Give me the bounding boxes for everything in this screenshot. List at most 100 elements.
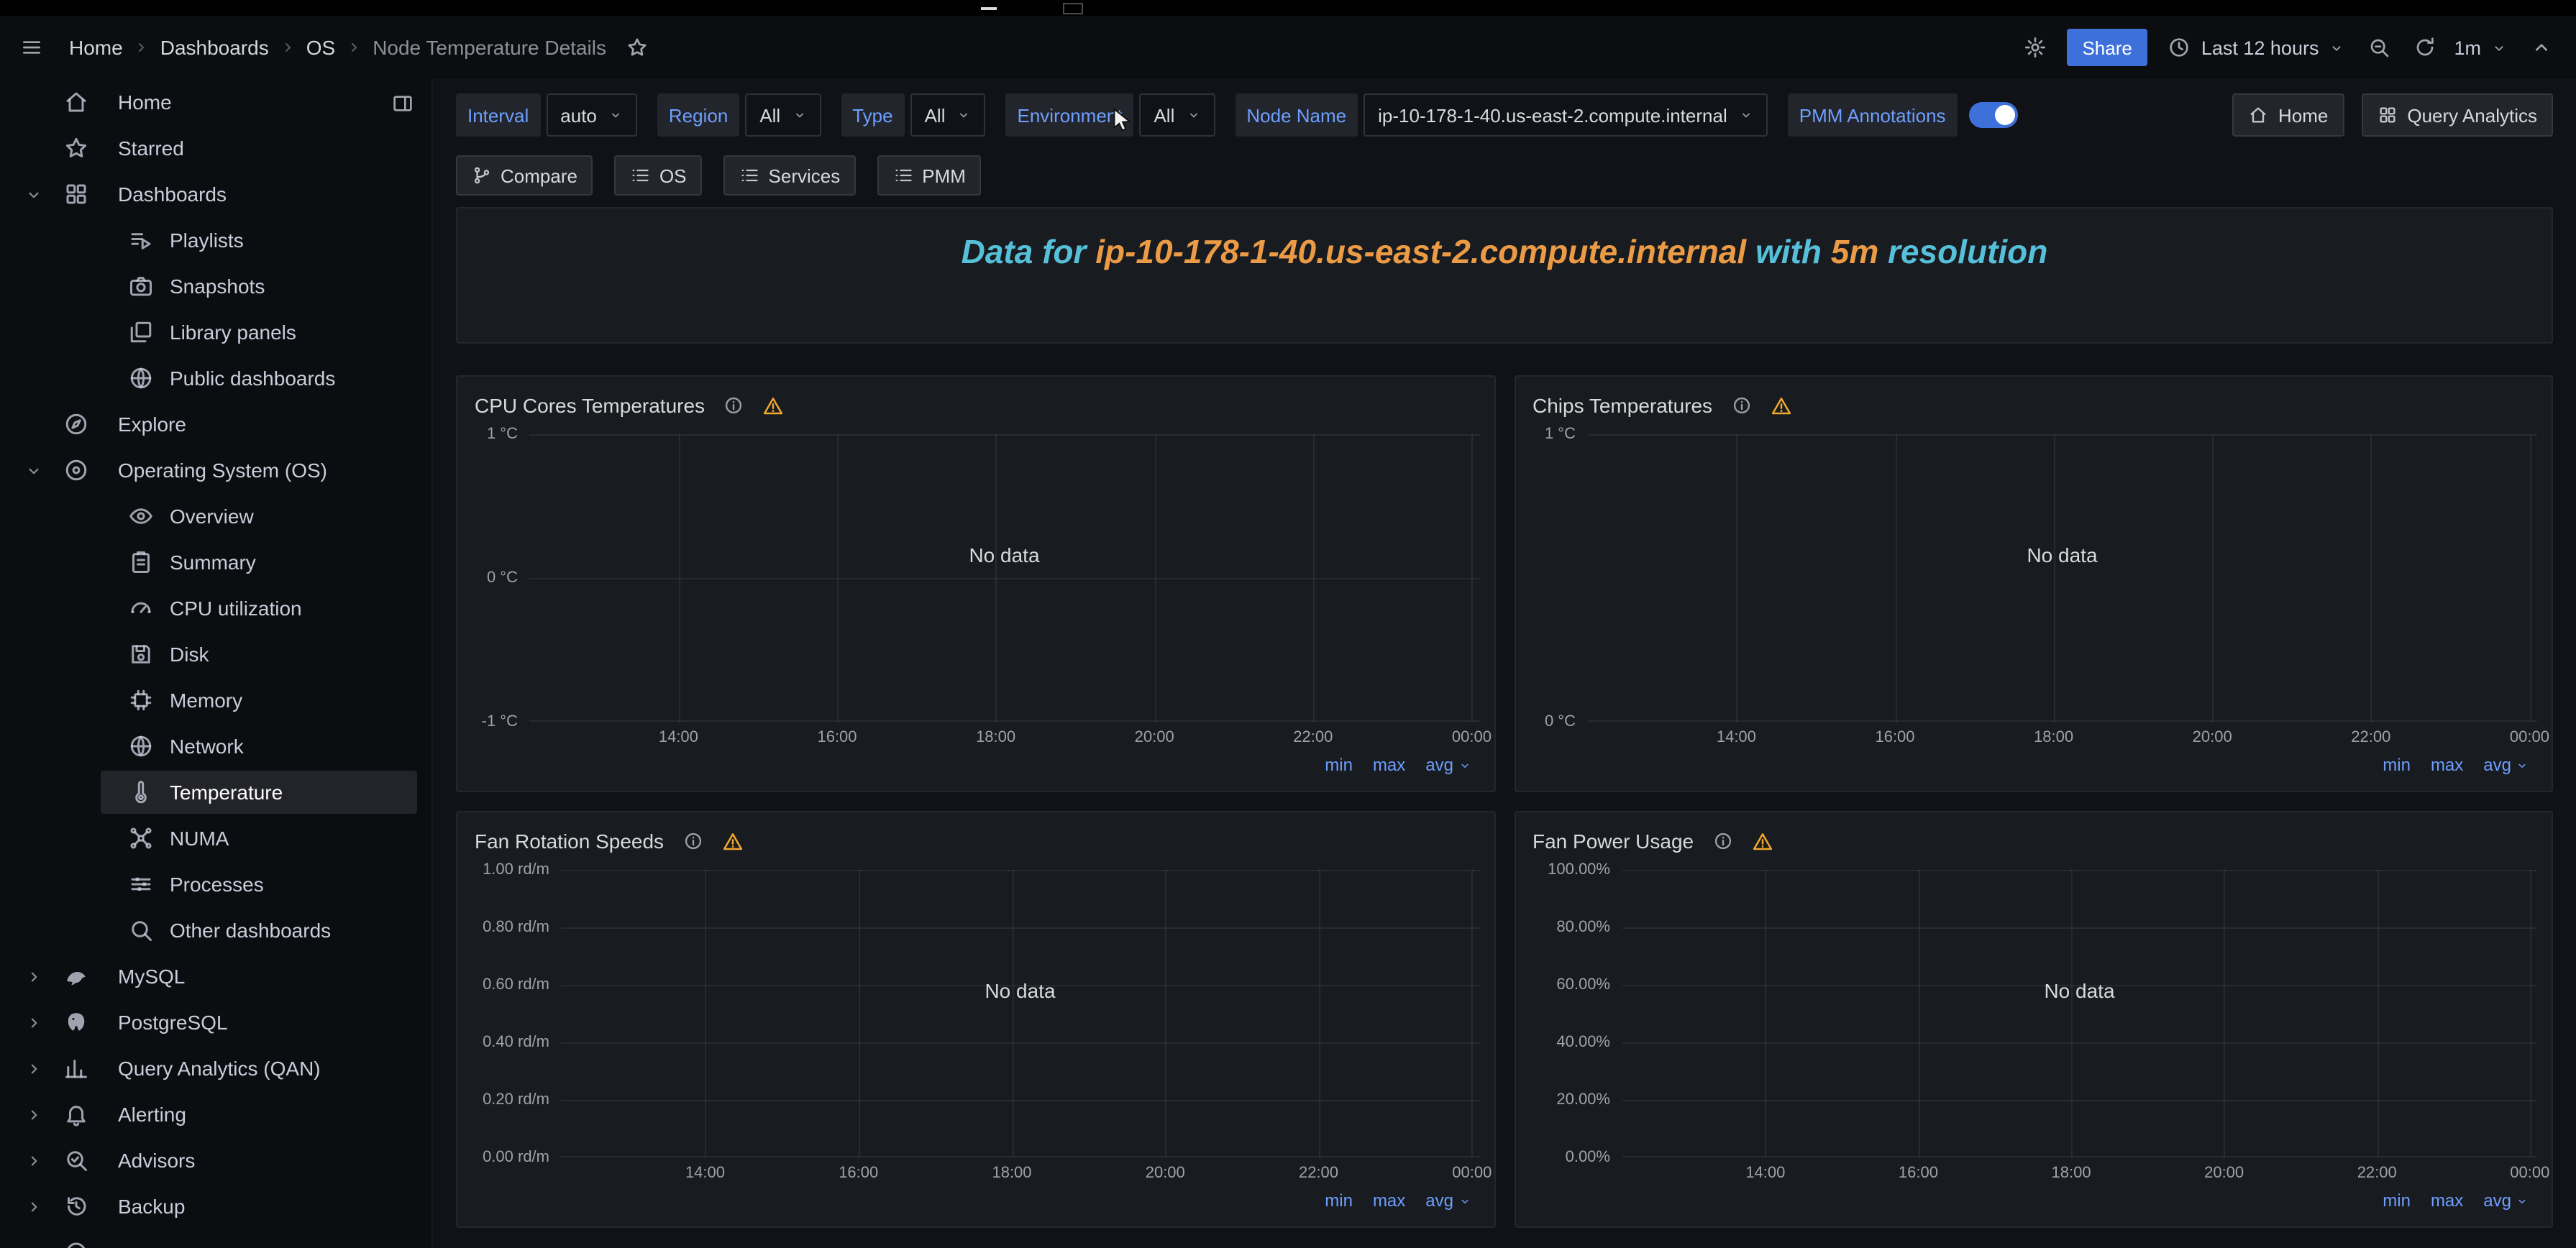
panel-warning-icon[interactable] bbox=[762, 395, 784, 416]
legend-min[interactable]: min bbox=[1325, 1190, 1353, 1211]
sidebar-item-label: Summary bbox=[170, 551, 256, 574]
gridline-h bbox=[561, 1042, 1479, 1044]
sidebar-item-summary[interactable]: Summary bbox=[0, 539, 431, 585]
panel-title[interactable]: CPU Cores Temperatures bbox=[475, 394, 705, 417]
legend-min[interactable]: min bbox=[2383, 1190, 2411, 1211]
sidebar-item-explore[interactable]: Explore bbox=[0, 401, 431, 447]
chevron-down-icon[interactable] bbox=[17, 461, 49, 480]
dock-sidebar-button[interactable] bbox=[388, 89, 417, 118]
sidebar-item-advisors[interactable]: Advisors bbox=[0, 1137, 431, 1183]
sidebar-item-library-panels[interactable]: Library panels bbox=[0, 309, 431, 355]
sidebar-item-postgresql[interactable]: PostgreSQL bbox=[0, 999, 431, 1045]
world-icon bbox=[128, 733, 154, 759]
collapse-toolbar-button[interactable] bbox=[2527, 33, 2556, 62]
legend-avg[interactable]: avg bbox=[1425, 755, 1471, 775]
plot-area[interactable]: No data bbox=[1587, 434, 2537, 722]
home-dashboard-button[interactable]: Home bbox=[2232, 93, 2344, 137]
legend-avg[interactable]: avg bbox=[2483, 1190, 2529, 1211]
variable-value-environment[interactable]: All bbox=[1139, 93, 1215, 137]
pmm-annotations-toggle[interactable] bbox=[1969, 102, 2018, 128]
thermometer-icon bbox=[128, 779, 154, 805]
panel-warning-icon[interactable] bbox=[1751, 830, 1773, 852]
sidebar-item-backup[interactable]: Backup bbox=[0, 1183, 431, 1229]
legend-max[interactable]: max bbox=[2431, 1190, 2463, 1211]
panel-info-icon[interactable] bbox=[1731, 395, 1751, 416]
plot-area[interactable]: No data bbox=[1622, 870, 2537, 1157]
breadcrumb-item-os[interactable]: OS bbox=[306, 36, 335, 59]
grid-icon bbox=[2377, 105, 2397, 125]
query-analytics-button[interactable]: Query Analytics bbox=[2361, 93, 2553, 137]
chevron-right-icon[interactable] bbox=[17, 1059, 49, 1078]
quick-link-pmm[interactable]: PMM bbox=[877, 155, 982, 196]
panel-info-icon[interactable] bbox=[1712, 831, 1732, 851]
sidebar-item-public-dashboards[interactable]: Public dashboards bbox=[0, 355, 431, 401]
time-range-picker[interactable]: Last 12 hours bbox=[2165, 33, 2348, 62]
quick-link-services[interactable]: Services bbox=[724, 155, 857, 196]
plot-area[interactable]: No data bbox=[561, 870, 1479, 1157]
sidebar-item-item[interactable] bbox=[0, 1229, 431, 1248]
favorite-star-button[interactable] bbox=[624, 33, 652, 62]
panel-info-icon[interactable] bbox=[723, 395, 744, 416]
sidebar-item-numa[interactable]: NUMA bbox=[0, 815, 431, 861]
sidebar-item-label: Operating System (OS) bbox=[118, 459, 327, 482]
legend-max[interactable]: max bbox=[1373, 1190, 1405, 1211]
quick-link-os[interactable]: OS bbox=[615, 155, 703, 196]
refresh-button[interactable] bbox=[2411, 33, 2439, 62]
variable-value-interval[interactable]: auto bbox=[546, 93, 637, 137]
panel-info-icon[interactable] bbox=[682, 831, 703, 851]
plot-area[interactable]: No data bbox=[529, 434, 1479, 722]
sidebar-item-network[interactable]: Network bbox=[0, 723, 431, 769]
panel-warning-icon[interactable] bbox=[1770, 395, 1791, 416]
legend-avg[interactable]: avg bbox=[2483, 755, 2529, 775]
menu-toggle-button[interactable] bbox=[17, 33, 46, 62]
sidebar-item-temperature[interactable]: Temperature bbox=[0, 769, 431, 815]
quick-link-compare[interactable]: Compare bbox=[456, 155, 593, 196]
x-axis-label: 16:00 bbox=[839, 1165, 878, 1182]
x-axis-label: 22:00 bbox=[2357, 1165, 2397, 1182]
zoom-out-time-button[interactable] bbox=[2365, 33, 2393, 62]
sidebar-item-overview[interactable]: Overview bbox=[0, 493, 431, 539]
share-button[interactable]: Share bbox=[2066, 29, 2147, 66]
chevron-right-icon[interactable] bbox=[17, 1197, 49, 1216]
legend-min[interactable]: min bbox=[2383, 755, 2411, 775]
breadcrumb-item-dashboards[interactable]: Dashboards bbox=[160, 36, 269, 59]
chevron-down-icon[interactable] bbox=[17, 185, 49, 203]
dashboard-settings-button[interactable] bbox=[2020, 33, 2049, 62]
sidebar-item-cpu-utilization[interactable]: CPU utilization bbox=[0, 585, 431, 631]
legend-min[interactable]: min bbox=[1325, 755, 1353, 775]
chevron-right-icon[interactable] bbox=[17, 1105, 49, 1124]
legend-max[interactable]: max bbox=[1373, 755, 1405, 775]
sidebar-item-mysql[interactable]: MySQL bbox=[0, 953, 431, 999]
panel-cpu-cores-temperatures: CPU Cores Temperatures1 °C0 °C-1 °CNo da… bbox=[456, 375, 1495, 792]
sidebar-item-home[interactable]: Home bbox=[0, 79, 431, 125]
sidebar-item-memory[interactable]: Memory bbox=[0, 677, 431, 723]
panel-title[interactable]: Fan Power Usage bbox=[1533, 830, 1694, 853]
sidebar-item-snapshots[interactable]: Snapshots bbox=[0, 263, 431, 309]
chevron-right-icon[interactable] bbox=[17, 1013, 49, 1032]
sidebar-item-playlists[interactable]: Playlists bbox=[0, 217, 431, 263]
chevron-right-icon[interactable] bbox=[17, 967, 49, 986]
x-axis-label: 00:00 bbox=[2510, 1165, 2549, 1182]
panel-title[interactable]: Chips Temperatures bbox=[1533, 394, 1712, 417]
legend-max[interactable]: max bbox=[2431, 755, 2463, 775]
chevron-right-icon[interactable] bbox=[17, 1151, 49, 1170]
legend-avg[interactable]: avg bbox=[1425, 1190, 1471, 1211]
sidebar-item-dashboards[interactable]: Dashboards bbox=[0, 171, 431, 217]
refresh-interval-picker[interactable]: 1m bbox=[2451, 34, 2510, 61]
variable-value-node-name[interactable]: ip-10-178-1-40.us-east-2.compute.interna… bbox=[1364, 93, 1768, 137]
variable-value-region[interactable]: All bbox=[745, 93, 821, 137]
sidebar-item-query-analytics-qan[interactable]: Query Analytics (QAN) bbox=[0, 1045, 431, 1091]
panel-warning-icon[interactable] bbox=[721, 830, 743, 852]
gridline-h bbox=[561, 870, 1479, 871]
chevron-down-icon bbox=[1458, 1194, 1471, 1207]
sidebar-item-processes[interactable]: Processes bbox=[0, 861, 431, 907]
variable-value-type[interactable]: All bbox=[910, 93, 986, 137]
chevron-right-icon[interactable] bbox=[17, 1243, 49, 1248]
sidebar-item-disk[interactable]: Disk bbox=[0, 631, 431, 677]
panel-title[interactable]: Fan Rotation Speeds bbox=[475, 830, 664, 853]
sidebar-item-other-dashboards[interactable]: Other dashboards bbox=[0, 907, 431, 953]
breadcrumb-item-home[interactable]: Home bbox=[69, 36, 123, 59]
sidebar-item-starred[interactable]: Starred bbox=[0, 125, 431, 171]
sidebar-item-operating-system-os[interactable]: Operating System (OS) bbox=[0, 447, 431, 493]
sidebar-item-alerting[interactable]: Alerting bbox=[0, 1091, 431, 1137]
